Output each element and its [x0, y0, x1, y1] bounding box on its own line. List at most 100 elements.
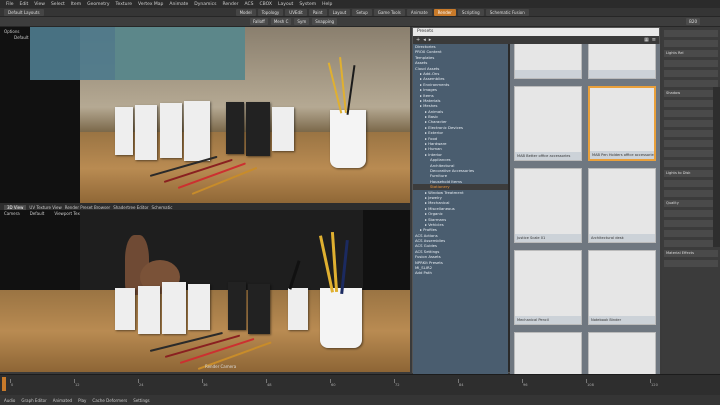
property-field[interactable] — [664, 100, 718, 107]
menu-item-render[interactable]: Render — [222, 2, 238, 7]
render-camera-label: Render Camera — [205, 364, 237, 369]
forward-icon[interactable]: ▸ — [429, 37, 432, 43]
status-animated[interactable]: Animated — [53, 398, 72, 403]
tab-schematic-fusion[interactable]: Schematic Fusion — [485, 8, 529, 16]
status-cache-deformers[interactable]: Cache Deformers — [92, 398, 127, 403]
grid-view-icon[interactable]: ▦ — [644, 37, 649, 43]
preset-thumbnail[interactable]: MAB Pen Holders office accessories — [588, 86, 656, 161]
menu-item-cbox[interactable]: CBOX — [260, 2, 273, 7]
property-field[interactable] — [664, 210, 718, 217]
tab-uvedit[interactable]: UVEdit — [285, 8, 307, 16]
property-field[interactable]: Lights Rel — [664, 50, 718, 57]
subtool-snapping[interactable]: Snapping — [312, 18, 338, 25]
tab-topology[interactable]: Topology — [257, 8, 284, 16]
render-chip[interactable]: B20 — [686, 18, 700, 25]
viewport-tab-uv-texture-view[interactable]: UV Texture View — [29, 205, 61, 210]
viewport-tab-render-preset-browser[interactable]: Render Preset Browser — [65, 205, 110, 210]
timeline-tick-label: 36 — [203, 383, 208, 387]
playhead[interactable] — [2, 377, 6, 391]
property-field[interactable] — [664, 30, 718, 37]
property-field[interactable] — [664, 130, 718, 137]
property-field[interactable]: Material Effects — [664, 250, 718, 257]
right-subtoolbar: B20 — [410, 17, 720, 27]
viewport-options[interactable]: Options — [4, 29, 19, 34]
menu-item-select[interactable]: Select — [51, 2, 65, 7]
camera-label[interactable]: Camera — [4, 211, 20, 216]
tab-render[interactable]: Render — [433, 8, 456, 16]
viewport-tab-schematic[interactable]: Schematic — [152, 205, 173, 210]
property-field[interactable] — [664, 60, 718, 67]
white-block — [160, 103, 182, 158]
timeline-tick-label: 108 — [587, 383, 594, 387]
status-settings[interactable]: Settings — [133, 398, 149, 403]
workspace-toolbar: Default Layouts Model Topology UVEdit Paint… — [0, 8, 720, 17]
layout-selector[interactable]: Default Layouts — [4, 8, 44, 16]
status-graph-editor[interactable]: Graph Editor — [21, 398, 46, 403]
preset-thumbnail[interactable]: Architectural desk — [588, 168, 656, 243]
property-field[interactable] — [664, 180, 718, 187]
preset-thumbnail[interactable]: MAB Better office accessories — [514, 86, 582, 161]
menu-item-vertex-map[interactable]: Vertex Map — [138, 2, 163, 7]
property-field[interactable]: Shadow — [664, 90, 718, 97]
menu-item-help[interactable]: Help — [322, 2, 332, 7]
menu-item-acs[interactable]: ACS — [245, 2, 254, 7]
property-field[interactable] — [664, 40, 718, 47]
tab-paint[interactable]: Paint — [308, 8, 327, 16]
property-field[interactable] — [664, 80, 718, 87]
add-icon[interactable]: + — [416, 37, 420, 43]
menu-item-item[interactable]: Item — [71, 2, 81, 7]
property-field[interactable] — [664, 140, 718, 147]
menu-item-system[interactable]: System — [299, 2, 316, 7]
tab-model[interactable]: Model — [235, 8, 256, 16]
shade-label[interactable]: Default — [30, 211, 45, 216]
preset-thumbnail[interactable] — [514, 44, 582, 79]
render-viewport[interactable]: Options Default — [0, 27, 410, 205]
subtool-sym[interactable]: Sym — [294, 18, 310, 25]
preset-thumbnail[interactable]: Office accessories — [588, 332, 656, 374]
preset-thumbnail[interactable]: Justice Scale 01 — [514, 168, 582, 243]
menu-item-view[interactable]: View — [34, 2, 45, 7]
timeline-tick-label: 96 — [523, 383, 528, 387]
menu-item-file[interactable]: File — [6, 2, 14, 7]
tab-setup[interactable]: Setup — [352, 8, 372, 16]
viewport-tab-3d-view[interactable]: 3D View — [4, 204, 27, 210]
property-field[interactable] — [664, 120, 718, 127]
property-field[interactable] — [664, 150, 718, 157]
tab-layout[interactable]: Layout — [328, 8, 351, 16]
3d-viewport[interactable]: Camera Default Viewport Textures Render … — [0, 210, 410, 372]
timeline[interactable]: 0 12 24 36 48 60 72 84 96 108 120 — [0, 374, 720, 395]
property-field[interactable] — [664, 260, 718, 267]
tab-game-tools[interactable]: Game Tools — [373, 8, 405, 16]
status-play[interactable]: Play — [78, 398, 86, 403]
status-audio[interactable]: Audio — [4, 398, 15, 403]
property-field[interactable] — [664, 240, 718, 247]
property-field[interactable] — [664, 220, 718, 227]
menu-item-layout[interactable]: Layout — [278, 2, 293, 7]
menu-item-texture[interactable]: Texture — [116, 2, 132, 7]
properties-sidetabs[interactable] — [713, 87, 720, 247]
property-field[interactable] — [664, 230, 718, 237]
preset-thumbnail[interactable]: Office_Wide desk — [514, 332, 582, 374]
property-field[interactable] — [664, 160, 718, 167]
subtool-falloff[interactable]: Falloff — [250, 18, 268, 25]
subtool-mesh-c[interactable]: Mesh C — [270, 18, 292, 25]
property-field[interactable]: Quality — [664, 200, 718, 207]
preset-thumbnail[interactable] — [588, 44, 656, 79]
property-field[interactable]: Lights to Disk — [664, 170, 718, 177]
menu-icon[interactable]: ≡ — [652, 37, 656, 43]
menu-item-dynamics[interactable]: Dynamics — [194, 2, 216, 7]
tab-animate[interactable]: Animate — [406, 8, 432, 16]
property-field[interactable] — [664, 70, 718, 77]
tree-item[interactable]: Add Path — [413, 270, 508, 275]
preset-thumbnail[interactable]: Mechanical Pencil — [514, 250, 582, 325]
property-field[interactable] — [664, 190, 718, 197]
status-bar: Audio Graph Editor Animated Play Cache Defor… — [0, 395, 720, 405]
property-field[interactable] — [664, 110, 718, 117]
tab-scripting[interactable]: Scripting — [457, 8, 484, 16]
back-icon[interactable]: ◂ — [423, 37, 426, 43]
preset-thumbnail[interactable]: Notebook Binder — [588, 250, 656, 325]
menu-item-edit[interactable]: Edit — [20, 2, 29, 7]
menu-item-animate[interactable]: Animate — [169, 2, 188, 7]
menu-item-geometry[interactable]: Geometry — [87, 2, 109, 7]
viewport-tab-shadertree-editor[interactable]: Shadertree Editor — [113, 205, 148, 210]
